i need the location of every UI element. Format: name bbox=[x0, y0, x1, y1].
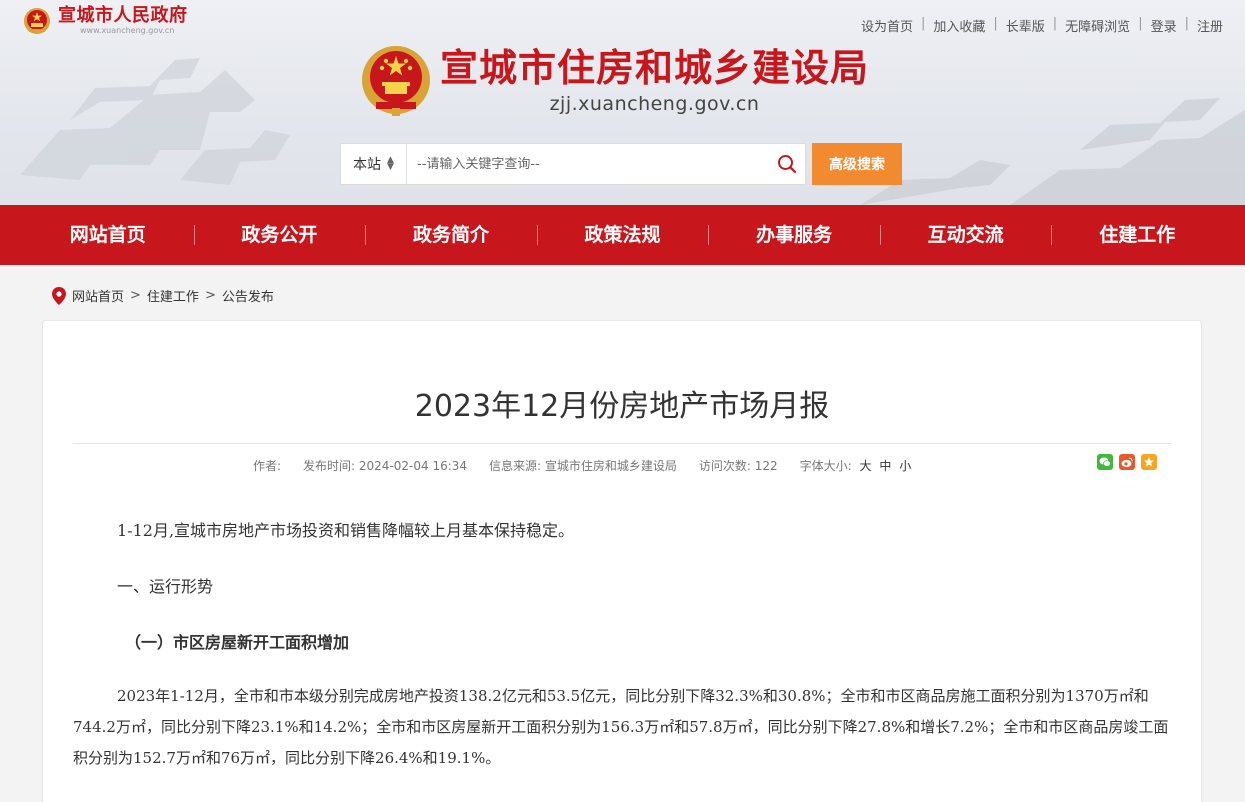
article-paragraph: 1-12月,宣城市房地产市场投资和销售降幅较上月基本保持稳定。 bbox=[117, 521, 575, 540]
toplink-register[interactable]: 注册 bbox=[1197, 16, 1223, 35]
search-scope-label: 本站 bbox=[353, 157, 382, 173]
font-size-medium[interactable]: 中 bbox=[879, 459, 891, 473]
site-url: zjj.xuancheng.gov.cn bbox=[549, 93, 760, 115]
article-title: 2023年12月份房地产市场月报 bbox=[414, 389, 830, 424]
site-logo[interactable]: 宣城市住房和城乡建设局 zjj.xuancheng.gov.cn bbox=[360, 44, 869, 118]
search-icon bbox=[778, 155, 797, 174]
site-header: 宣城市人民政府 www.xuancheng.gov.cn 设为首页 | 加入收藏 |… bbox=[0, 0, 1245, 205]
font-size-control: 字体大小: 大 中 小 bbox=[800, 457, 912, 474]
breadcrumb: 网站首页 > 住建工作 > 公告发布 bbox=[52, 286, 274, 305]
location-pin-icon bbox=[52, 286, 66, 305]
article-paragraph: 2023年1-12月，全市和市本级分别完成房地产投资138.2亿元和53.5亿元… bbox=[73, 687, 1169, 767]
national-emblem-icon bbox=[24, 8, 50, 34]
nav-home[interactable]: 网站首页 bbox=[22, 205, 194, 265]
breadcrumb-announcements[interactable]: 公告发布 bbox=[222, 286, 274, 305]
wechat-share-icon[interactable] bbox=[1097, 454, 1113, 470]
article-meta: 作者: 发布时间: 2024-02-04 16:34 信息来源: 宣城市住房和城… bbox=[253, 457, 933, 474]
title-divider bbox=[73, 443, 1171, 444]
subsection-heading: （一）市区房屋新开工面积增加 bbox=[125, 633, 350, 652]
breadcrumb-home[interactable]: 网站首页 bbox=[72, 286, 124, 305]
meta-publish-time: 发布时间: 2024-02-04 16:34 bbox=[303, 459, 468, 473]
search-bar: 本站 ▲ ▼ bbox=[340, 143, 806, 185]
toplink-login[interactable]: 登录 bbox=[1151, 16, 1177, 35]
toplink-favorite[interactable]: 加入收藏 bbox=[933, 16, 985, 35]
toplink-accessibility[interactable]: 无障碍浏览 bbox=[1065, 16, 1130, 35]
toplink-elder-mode[interactable]: 长辈版 bbox=[1006, 16, 1045, 35]
advanced-search-button[interactable]: 高级搜索 bbox=[812, 143, 902, 185]
share-buttons bbox=[1091, 454, 1157, 470]
nav-gov-affairs-open[interactable]: 政务公开 bbox=[193, 205, 366, 265]
search-input[interactable] bbox=[407, 144, 769, 184]
breadcrumb-separator: > bbox=[130, 288, 141, 303]
scope-updown-icon: ▲ ▼ bbox=[387, 155, 394, 172]
breadcrumb-separator: > bbox=[204, 288, 216, 303]
toplink-set-home[interactable]: 设为首页 bbox=[861, 16, 913, 35]
meta-source: 信息来源: 宣城市住房和城乡建设局 bbox=[489, 459, 677, 473]
site-name: 宣城市住房和城乡建设局 bbox=[440, 46, 870, 90]
breadcrumb-construction-work[interactable]: 住建工作 bbox=[147, 286, 199, 305]
nav-construction-work[interactable]: 住建工作 bbox=[1051, 205, 1223, 265]
search-submit-button[interactable] bbox=[769, 144, 805, 184]
meta-visits: 访问次数: 122 bbox=[698, 459, 778, 473]
top-links: 设为首页 | 加入收藏 | 长辈版 | 无障碍浏览 | 登录 | 注册 bbox=[860, 16, 1223, 35]
section-heading: 一、运行形势 bbox=[117, 577, 214, 596]
font-size-small[interactable]: 小 bbox=[899, 459, 911, 473]
gov-portal-logo[interactable]: 宣城市人民政府 www.xuancheng.gov.cn bbox=[22, 6, 188, 36]
national-emblem-icon bbox=[362, 46, 430, 116]
font-size-large[interactable]: 大 bbox=[860, 459, 872, 473]
favorite-star-icon[interactable] bbox=[1141, 454, 1157, 470]
gov-portal-url: www.xuancheng.gov.cn bbox=[80, 26, 175, 35]
nav-policies[interactable]: 政策法规 bbox=[536, 205, 709, 265]
gov-portal-name: 宣城市人民政府 bbox=[58, 5, 188, 26]
article-panel: 2023年12月份房地产市场月报 作者: 发布时间: 2024-02-04 16… bbox=[42, 320, 1202, 802]
main-nav: 网站首页 政务公开 政务简介 政策法规 办事服务 互动交流 住建工作 bbox=[0, 205, 1245, 265]
article-body: 1-12月,宣城市房地产市场投资和销售降幅较上月基本保持稳定。 一、运行形势 （… bbox=[73, 517, 1171, 774]
nav-interaction[interactable]: 互动交流 bbox=[879, 205, 1052, 265]
nav-gov-intro[interactable]: 政务简介 bbox=[365, 205, 537, 265]
nav-services[interactable]: 办事服务 bbox=[708, 205, 880, 265]
meta-author: 作者: bbox=[253, 459, 282, 473]
search-scope-select[interactable]: 本站 ▲ ▼ bbox=[341, 144, 407, 184]
font-size-label: 字体大小: bbox=[799, 459, 852, 473]
weibo-share-icon[interactable] bbox=[1119, 454, 1135, 470]
